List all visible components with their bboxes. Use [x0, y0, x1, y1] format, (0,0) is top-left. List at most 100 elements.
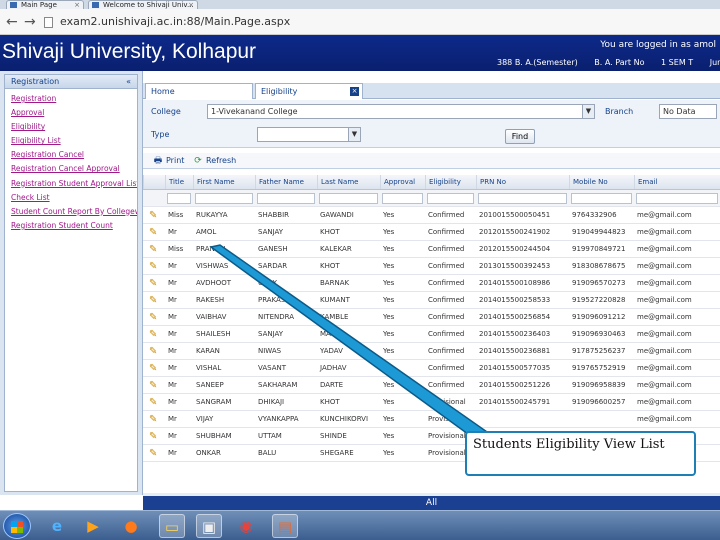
column-header-prn-no[interactable]: PRN No — [476, 175, 569, 189]
edit-pencil-icon[interactable]: ✎ — [149, 380, 160, 391]
browser-tab-welcome[interactable]: Welcome to Shivaji Univ... × — [88, 0, 198, 9]
branch-select[interactable]: No Data — [659, 104, 717, 119]
edit-pencil-icon[interactable]: ✎ — [149, 244, 160, 255]
start-button[interactable] — [3, 513, 31, 539]
url-input[interactable]: exam2.unishivaji.ac.in:88/Main.Page.aspx — [60, 15, 290, 28]
sidebar-item-approval[interactable]: Approval — [11, 106, 137, 120]
column-header-email[interactable]: Email — [634, 175, 720, 189]
table-row[interactable]: ✎ Mr RAKESH PRAKASH KUMANT Yes Confirmed 201401… — [143, 292, 720, 309]
media-player-icon[interactable]: ▶ — [80, 514, 106, 538]
column-header-last-name[interactable]: Last Name — [317, 175, 380, 189]
browser-tab-strip: Main Page × Welcome to Shivaji Univ... × — [0, 0, 720, 9]
edit-pencil-icon[interactable]: ✎ — [149, 363, 160, 374]
filter-input-father-name[interactable] — [257, 193, 315, 204]
cell-email: me@gmail.com — [637, 330, 692, 338]
sidebar-item-count-report[interactable]: Student Count Report By Collegewise — [11, 205, 137, 219]
edit-pencil-icon[interactable]: ✎ — [149, 397, 160, 408]
cell-email: me@gmail.com — [637, 313, 692, 321]
tab-eligibility[interactable]: Eligibility × — [255, 83, 363, 99]
cell-last-name: KUNCHIKORVI — [320, 415, 369, 423]
sidebar-item-student-count[interactable]: Registration Student Count — [11, 219, 137, 233]
browser-tab-main-page[interactable]: Main Page × — [6, 0, 84, 9]
chevron-down-icon[interactable]: ▼ — [582, 105, 594, 118]
sidebar-item-eligibility-list[interactable]: Eligibility List — [11, 134, 137, 148]
cell-first-name: ONKAR — [196, 449, 221, 457]
cell-mobile-no: 919765752919 — [572, 364, 626, 372]
panel-header[interactable]: Registration « — [5, 75, 137, 89]
cell-prn-no: 2014015500256854 — [479, 313, 551, 321]
app-icon[interactable]: ▣ — [196, 514, 222, 538]
close-tab-icon[interactable]: × — [188, 1, 194, 9]
back-arrow-icon[interactable]: ← — [6, 14, 18, 30]
chevron-down-icon[interactable]: ▼ — [348, 128, 360, 141]
find-button[interactable]: Find — [505, 129, 535, 144]
column-header-father-name[interactable]: Father Name — [255, 175, 317, 189]
firefox-icon[interactable]: ● — [118, 514, 144, 538]
table-row[interactable]: ✎ Mr SHAILESH SANJAY MALI Yes Confirmed 2014015… — [143, 326, 720, 343]
column-header-mobile-no[interactable]: Mobile No — [569, 175, 634, 189]
cell-eligibility: Confirmed — [428, 296, 465, 304]
ie-icon[interactable]: e — [44, 514, 70, 538]
edit-pencil-icon[interactable]: ✎ — [149, 278, 160, 289]
filter-input-title[interactable] — [167, 193, 191, 204]
sidebar-item-registration[interactable]: Registration — [11, 92, 137, 106]
powerpoint-icon[interactable]: ▤ — [272, 514, 298, 538]
sidebar-item-registration-cancel-approval[interactable]: Registration Cancel Approval — [11, 162, 137, 176]
edit-pencil-icon[interactable]: ✎ — [149, 261, 160, 272]
column-header-approval[interactable]: Approval — [380, 175, 425, 189]
chrome-icon[interactable]: ◉ — [233, 514, 259, 538]
type-select[interactable]: ▼ — [257, 127, 361, 142]
table-row[interactable]: ✎ Mr VISHWAS SARDAR KHOT Yes Confirmed 20130155… — [143, 258, 720, 275]
cell-father-name: SANJAY — [258, 330, 284, 338]
table-row[interactable]: ✎ Miss RUKAYYA SHABBIR GAWANDI Yes Confirmed 20… — [143, 207, 720, 224]
table-row[interactable]: ✎ Mr AVDHOOT UDAY BARNAK Yes Confirmed 20140155… — [143, 275, 720, 292]
filter-input-last-name[interactable] — [319, 193, 378, 204]
filter-input-prn-no[interactable] — [478, 193, 567, 204]
table-row[interactable]: ✎ Mr KARAN NIWAS YADAV Yes Confirmed 2014015500… — [143, 343, 720, 360]
edit-pencil-icon[interactable]: ✎ — [149, 295, 160, 306]
print-button[interactable]: 🖶 Print — [153, 155, 185, 167]
table-row[interactable]: ✎ Mr SANGRAM DHIKAJI KHOT Yes Provisional 20140… — [143, 394, 720, 411]
edit-pencil-icon[interactable]: ✎ — [149, 227, 160, 238]
browser-tab-label: Welcome to Shivaji Univ... — [103, 1, 194, 9]
edit-pencil-icon[interactable]: ✎ — [149, 448, 160, 459]
edit-pencil-icon[interactable]: ✎ — [149, 329, 160, 340]
table-row[interactable]: ✎ Mr VISHAL VASANT JADHAV Yes Confirmed 2014015… — [143, 360, 720, 377]
tab-home[interactable]: Home — [145, 83, 253, 99]
filter-input-eligibility[interactable] — [427, 193, 474, 204]
close-icon[interactable]: × — [350, 87, 359, 96]
edit-pencil-icon[interactable]: ✎ — [149, 312, 160, 323]
collapse-icon[interactable]: « — [126, 75, 131, 89]
column-header-first-name[interactable]: First Name — [193, 175, 255, 189]
filter-input-mobile-no[interactable] — [571, 193, 632, 204]
edit-pencil-icon[interactable]: ✎ — [149, 346, 160, 357]
forward-arrow-icon[interactable]: → — [24, 14, 36, 30]
exam-info: 388 B. A.(Semester) B. A. Part No 1 SEM … — [497, 58, 720, 67]
edit-pencil-icon[interactable]: ✎ — [149, 210, 160, 221]
sidebar-item-registration-cancel[interactable]: Registration Cancel — [11, 148, 137, 162]
column-header-eligibility[interactable]: Eligibility — [425, 175, 476, 189]
filter-input-email[interactable] — [636, 193, 718, 204]
refresh-button[interactable]: ⟳ Refresh — [193, 155, 236, 167]
table-row[interactable]: ✎ Mr SANEEP SAKHARAM DARTE Yes Confirmed 201401… — [143, 377, 720, 394]
cell-eligibility: Confirmed — [428, 313, 465, 321]
cell-approval: Yes — [383, 228, 395, 236]
close-tab-icon[interactable]: × — [74, 1, 80, 9]
edit-pencil-icon[interactable]: ✎ — [149, 431, 160, 442]
college-select[interactable]: 1-Vivekanand College ▼ — [207, 104, 595, 119]
table-row[interactable]: ✎ Mr VAIBHAV NITENDRA KAMBLE Yes Confirmed 2014… — [143, 309, 720, 326]
cell-approval: Yes — [383, 381, 395, 389]
folder-icon[interactable]: ▭ — [159, 514, 185, 538]
sidebar-item-eligibility[interactable]: Eligibility — [11, 120, 137, 134]
table-row[interactable]: ✎ Miss PRANALI GANESH KALEKAR Yes Confirmed 201… — [143, 241, 720, 258]
sidebar-item-student-approval-list[interactable]: Registration Student Approval List — [11, 177, 137, 191]
table-row[interactable]: ✎ Mr VIJAY VYANKAPPA KUNCHIKORVI Yes Provision… — [143, 411, 720, 428]
column-header-title[interactable]: Title — [165, 175, 193, 189]
cell-approval: Yes — [383, 432, 395, 440]
table-row[interactable]: ✎ Mr AMOL SANJAY KHOT Yes Confirmed 20120155002… — [143, 224, 720, 241]
sidebar-item-check-list[interactable]: Check List — [11, 191, 137, 205]
filter-input-first-name[interactable] — [195, 193, 253, 204]
footer-bar[interactable]: All — [143, 496, 720, 510]
filter-input-approval[interactable] — [382, 193, 423, 204]
edit-pencil-icon[interactable]: ✎ — [149, 414, 160, 425]
